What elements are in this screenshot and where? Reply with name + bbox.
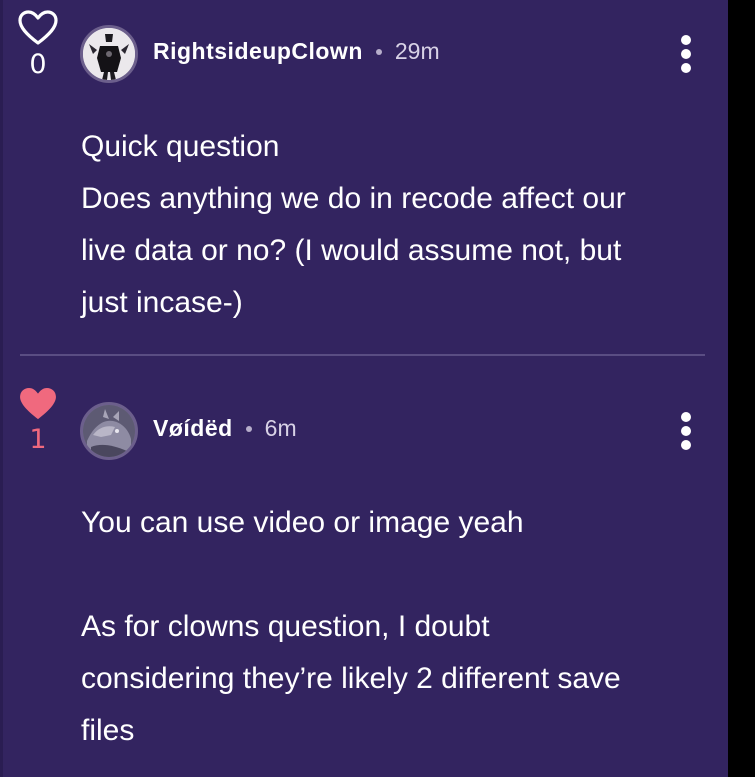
separator-dot	[245, 425, 252, 432]
separator-dot	[375, 48, 382, 55]
more-vertical-icon[interactable]	[676, 35, 696, 75]
comment-divider	[20, 354, 705, 356]
comment-line: live data or no? (I would assume not, bu…	[81, 234, 622, 267]
comment-line: Quick question	[81, 130, 280, 163]
comment-line: Does anything we do in recode affect our	[81, 182, 626, 215]
comment-line: You can use video or image yeah	[81, 506, 524, 539]
comment: 0 RightsideupClown 29m Quick question Do…	[0, 0, 728, 352]
comment-header: Vøídëd 6m	[153, 415, 297, 442]
comment-body: Quick question Does anything we do in re…	[81, 121, 701, 329]
heart-filled-icon[interactable]	[14, 387, 62, 421]
author-name[interactable]: Vøídëd	[153, 415, 233, 442]
avatar[interactable]	[80, 402, 138, 460]
comment: 1 Vøídëd 6m You can use video or image y…	[0, 357, 728, 777]
avatar[interactable]	[80, 25, 138, 83]
heart-outline-icon[interactable]	[14, 10, 62, 46]
comment-line: just incase-)	[81, 286, 243, 319]
comment-line: As for clowns question, I doubt	[81, 610, 490, 643]
comment-body: You can use video or image yeah As for c…	[81, 497, 701, 757]
comment-time: 29m	[394, 38, 440, 64]
comment-header: RightsideupClown 29m	[153, 38, 440, 65]
like-count: 0	[29, 49, 47, 80]
like-control: 0	[14, 10, 62, 80]
comment-line: considering they’re likely 2 different s…	[81, 662, 621, 695]
more-vertical-icon[interactable]	[676, 412, 696, 452]
comments-screen: 0 RightsideupClown 29m Quick question Do…	[0, 0, 755, 777]
like-count: 1	[29, 424, 47, 455]
right-edge	[728, 0, 755, 777]
comment-time: 6m	[264, 415, 297, 441]
comment-line: files	[81, 714, 135, 747]
like-control: 1	[14, 387, 62, 455]
author-name[interactable]: RightsideupClown	[153, 38, 363, 65]
